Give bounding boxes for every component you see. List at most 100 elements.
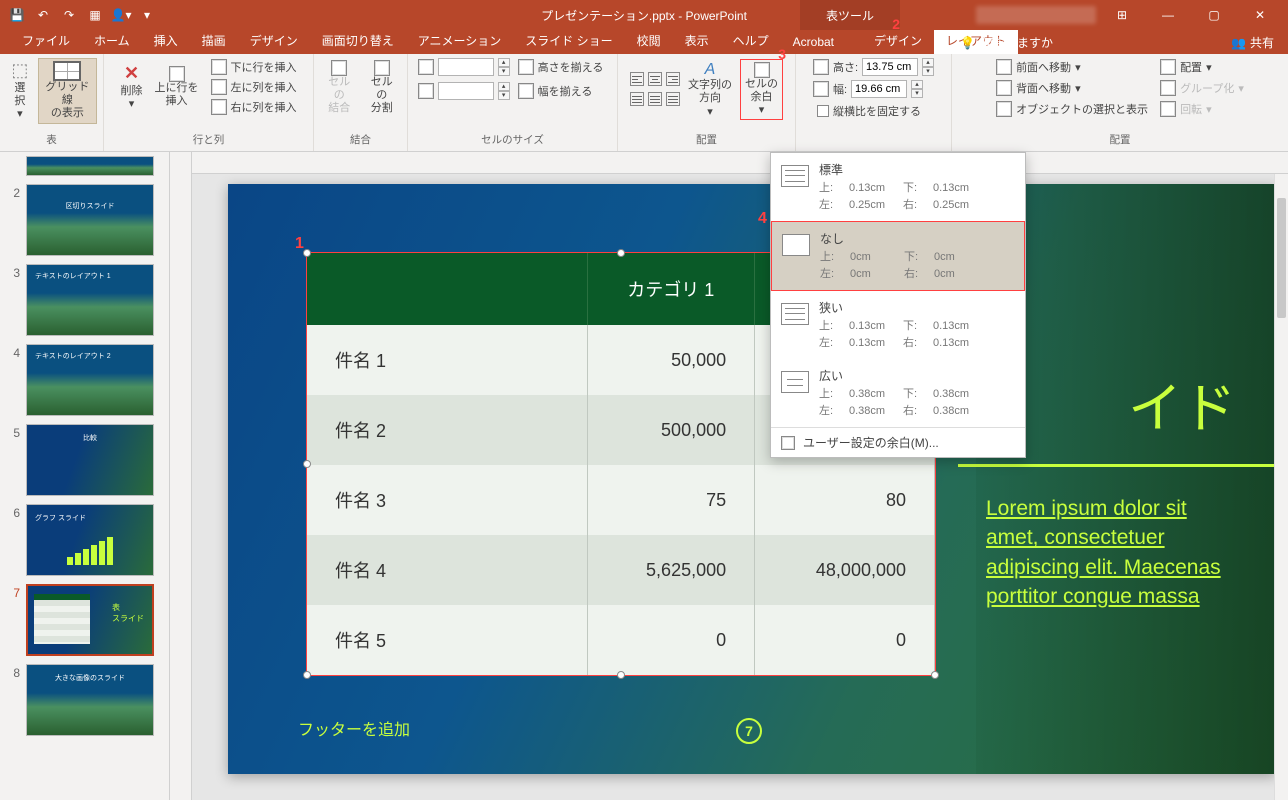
tab-animations[interactable]: アニメーション [406,29,514,54]
align-left-button[interactable] [630,72,644,86]
align-top-button[interactable] [630,92,644,106]
slide-panel[interactable]: 2区切りスライド 3テキストのレイアウト 1 4テキストのレイアウト 2 5比較… [0,152,170,800]
handle-s[interactable] [617,671,625,679]
insert-above-button[interactable]: 上に行を 挿入 [151,64,203,110]
th-1[interactable]: カテゴリ 1 [587,253,755,325]
slide-thumb-4[interactable]: テキストのレイアウト 2 [26,344,154,416]
slide-thumb-8[interactable]: 大きな画像のスライド [26,664,154,736]
tab-slideshow[interactable]: スライド ショー [513,29,624,54]
insert-left-icon [211,79,227,95]
cell-r3c1[interactable]: 件名 3 [307,465,587,535]
qat-undo[interactable]: ↶ [32,4,54,26]
tab-table-design[interactable]: デザイン [862,29,934,54]
text-direction-button[interactable]: A 文字列の 方向▾ [684,58,736,121]
qat-save[interactable]: 💾 [6,4,28,26]
tab-design[interactable]: デザイン [238,29,310,54]
tab-help[interactable]: ヘルプ [721,29,781,54]
close-button[interactable]: ✕ [1240,0,1280,30]
margin-option-none[interactable]: 4 なし 上:0cm下:0cm 左:0cm右:0cm [771,221,1025,291]
slide-thumb-5[interactable]: 比較 [26,424,154,496]
slide-canvas[interactable]: イド Lorem ipsum dolor sit amet, consectet… [228,184,1276,774]
slide-title[interactable]: イド [1128,364,1236,443]
cell-r3c3[interactable]: 80 [755,465,935,535]
distribute-cols-button[interactable]: 幅を揃える [514,82,597,100]
tab-draw[interactable]: 描画 [190,29,238,54]
tab-review[interactable]: 校閲 [625,29,673,54]
share-button[interactable]: 👥 共有 [1231,34,1274,51]
delete-button[interactable]: ✕ 削除▾ [117,61,147,113]
cell-r4c2[interactable]: 5,625,000 [587,535,755,605]
table-height-input[interactable] [862,58,918,76]
lock-aspect-checkbox[interactable]: 縦横比を固定する [813,102,925,120]
slide-subtitle[interactable]: Lorem ipsum dolor sit amet, consectetuer… [986,494,1236,612]
slide-thumb-3[interactable]: テキストのレイアウト 1 [26,264,154,336]
align-center-button[interactable] [648,72,662,86]
slide-thumb-7[interactable]: 表スライド [26,584,154,656]
group-cell-size: セルのサイズ [481,132,544,149]
align-right-button[interactable] [666,72,680,86]
margin-option-wide[interactable]: 広い 上:0.38cm下:0.38cm 左:0.38cm右:0.38cm [771,359,1025,427]
select-button[interactable]: ⬚ 選択▾ [6,58,34,123]
cell-r4c1[interactable]: 件名 4 [307,535,587,605]
scrollbar-thumb[interactable] [1277,198,1286,318]
tab-file[interactable]: ファイル [10,29,82,54]
align-bottom-button[interactable] [666,92,680,106]
cell-r2c2[interactable]: 500,000 [587,395,755,465]
cell-r5c1[interactable]: 件名 5 [307,605,587,675]
cell-r3c2[interactable]: 75 [587,465,755,535]
handle-sw[interactable] [303,671,311,679]
align-objects-button[interactable]: 配置 ▾ [1156,58,1248,76]
align-middle-button[interactable] [648,92,662,106]
handle-se[interactable] [931,671,939,679]
split-cells-button[interactable]: セルの 分割 [363,58,402,118]
slide-thumb-1-partial[interactable] [26,156,154,176]
row-height-input[interactable]: ▴▾ [438,58,510,76]
bring-forward-button[interactable]: 前面へ移動 ▾ [992,58,1152,76]
qat-slideshow[interactable]: ▦ [84,4,106,26]
send-backward-button[interactable]: 背面へ移動 ▾ [992,79,1152,97]
cell-margins-button[interactable]: 3 セルの 余白▾ [740,59,783,121]
cell-r5c3[interactable]: 0 [755,605,935,675]
qat-redo[interactable]: ↷ [58,4,80,26]
annotation-3: 3 [778,46,786,63]
cell-r1c2[interactable]: 50,000 [587,325,755,395]
ribbon-display-button[interactable]: ⊞ [1102,0,1142,30]
view-gridlines-button[interactable]: グリッド線 の表示 [38,58,97,124]
vertical-scrollbar[interactable] [1274,174,1288,800]
qat-more[interactable]: ▾ [136,4,158,26]
tab-home[interactable]: ホーム [82,29,142,54]
slide-thumb-6[interactable]: グラフ スライド [26,504,154,576]
qat-touch[interactable]: 👤▾ [110,4,132,26]
tab-insert[interactable]: 挿入 [142,29,190,54]
insert-below-button[interactable]: 下に行を挿入 [207,58,301,76]
insert-right-button[interactable]: 右に列を挿入 [207,98,301,116]
maximize-button[interactable]: ▢ [1194,0,1234,30]
tab-view[interactable]: 表示 [673,29,721,54]
handle-w[interactable] [303,460,311,468]
selection-pane-button[interactable]: オブジェクトの選択と表示 [992,100,1152,118]
margin-option-custom[interactable]: ユーザー設定の余白(M)... [771,427,1025,457]
cell-r4c3[interactable]: 48,000,000 [755,535,935,605]
cell-r5c2[interactable]: 0 [587,605,755,675]
cell-r2c1[interactable]: 件名 2 [307,395,587,465]
tab-acrobat[interactable]: Acrobat [781,32,846,54]
handle-n[interactable] [617,249,625,257]
user-account[interactable] [976,6,1096,24]
table-width-input[interactable] [851,80,907,98]
tab-transitions[interactable]: 画面切り替え [310,29,406,54]
handle-nw[interactable] [303,249,311,257]
th-0[interactable] [307,253,587,325]
insert-left-button[interactable]: 左に列を挿入 [207,78,301,96]
distribute-cols-icon [518,83,534,99]
col-width-input[interactable]: ▴▾ [438,82,510,100]
minimize-button[interactable]: — [1148,0,1188,30]
cell-r1c1[interactable]: 件名 1 [307,325,587,395]
slide-thumb-2[interactable]: 区切りスライド [26,184,154,256]
margin-option-normal[interactable]: 標準 上:0.13cm下:0.13cm 左:0.25cm右:0.25cm [771,153,1025,221]
slide-footer[interactable]: フッターを追加 [298,716,410,740]
delete-icon: ✕ [124,63,139,85]
tell-me[interactable]: 💡 何をしますか [960,34,1053,51]
rotate-icon [1160,101,1176,117]
margin-option-narrow[interactable]: 狭い 上:0.13cm下:0.13cm 左:0.13cm右:0.13cm [771,291,1025,359]
distribute-rows-button[interactable]: 高さを揃える [514,58,608,76]
